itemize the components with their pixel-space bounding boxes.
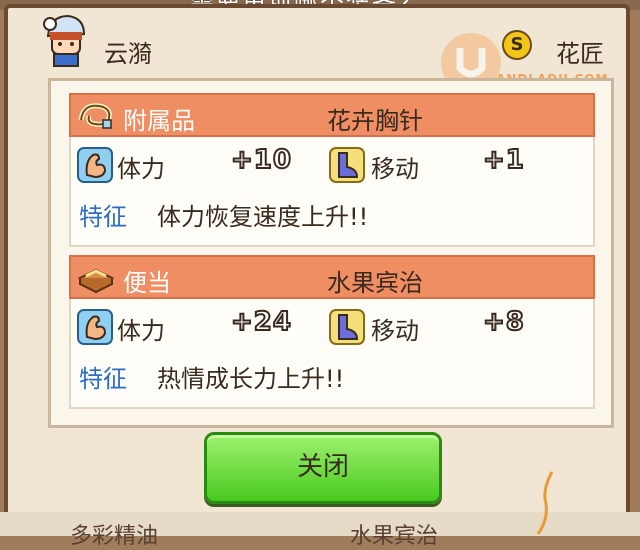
character-name: 云漪: [104, 40, 152, 68]
boot-icon: [329, 147, 365, 183]
stat-value-stamina: +10: [230, 144, 292, 176]
stat-value-move: +8: [482, 306, 525, 338]
character-portrait-icon: [43, 14, 86, 67]
list-item-partial: 多彩精油: [70, 524, 159, 549]
stat-value-stamina: +24: [230, 306, 292, 338]
stat-label-stamina: 体力: [117, 317, 165, 345]
stat-label-move: 移动: [371, 155, 419, 183]
trait-label: 特征: [79, 365, 127, 393]
equipment-panel: 附属品 花卉胸针 体力 +10 移动 +1 特征 体力恢复速度上升!! 便当 水…: [48, 78, 614, 428]
stat-value-move: +1: [482, 144, 525, 176]
card-category: 附属品: [123, 107, 195, 135]
item-name: 水果宾治: [327, 269, 423, 297]
close-button[interactable]: 关闭: [204, 432, 442, 504]
card-category: 便当: [123, 269, 171, 297]
character-header: 云漪 ANDLADU.COM S 花匠: [8, 8, 626, 93]
equipment-card-accessory: 附属品 花卉胸针 体力 +10 移动 +1 特征 体力恢复速度上升!!: [69, 93, 595, 247]
trait-text: 热情成长力上升!!: [157, 365, 345, 393]
trait-text: 体力恢复速度上升!!: [157, 203, 369, 231]
equipment-card-bento: 便当 水果宾治 体力 +24 移动 +8 特征 热情成长力上升!!: [69, 255, 595, 409]
accessory-icon: [78, 103, 112, 129]
card-body: 体力 +24 移动 +8 特征 热情成长力上升!!: [69, 299, 595, 409]
muscle-arm-icon: [77, 309, 113, 345]
list-item-partial: 水果宾治: [350, 524, 439, 549]
stat-label-move: 移动: [371, 317, 419, 345]
card-header: 便当 水果宾治: [69, 255, 595, 299]
card-header: 附属品 花卉胸针: [69, 93, 595, 137]
trait-label: 特征: [79, 203, 127, 231]
card-body: 体力 +10 移动 +1 特征 体力恢复速度上升!!: [69, 137, 595, 247]
item-name: 花卉胸针: [327, 107, 423, 135]
character-skill: 花匠: [556, 40, 604, 68]
boot-icon: [329, 309, 365, 345]
annotation-stroke: [536, 471, 554, 535]
bento-icon: [77, 268, 115, 294]
skill-rank-badge: S: [502, 30, 532, 60]
muscle-arm-icon: [77, 147, 113, 183]
stat-label-stamina: 体力: [117, 155, 165, 183]
